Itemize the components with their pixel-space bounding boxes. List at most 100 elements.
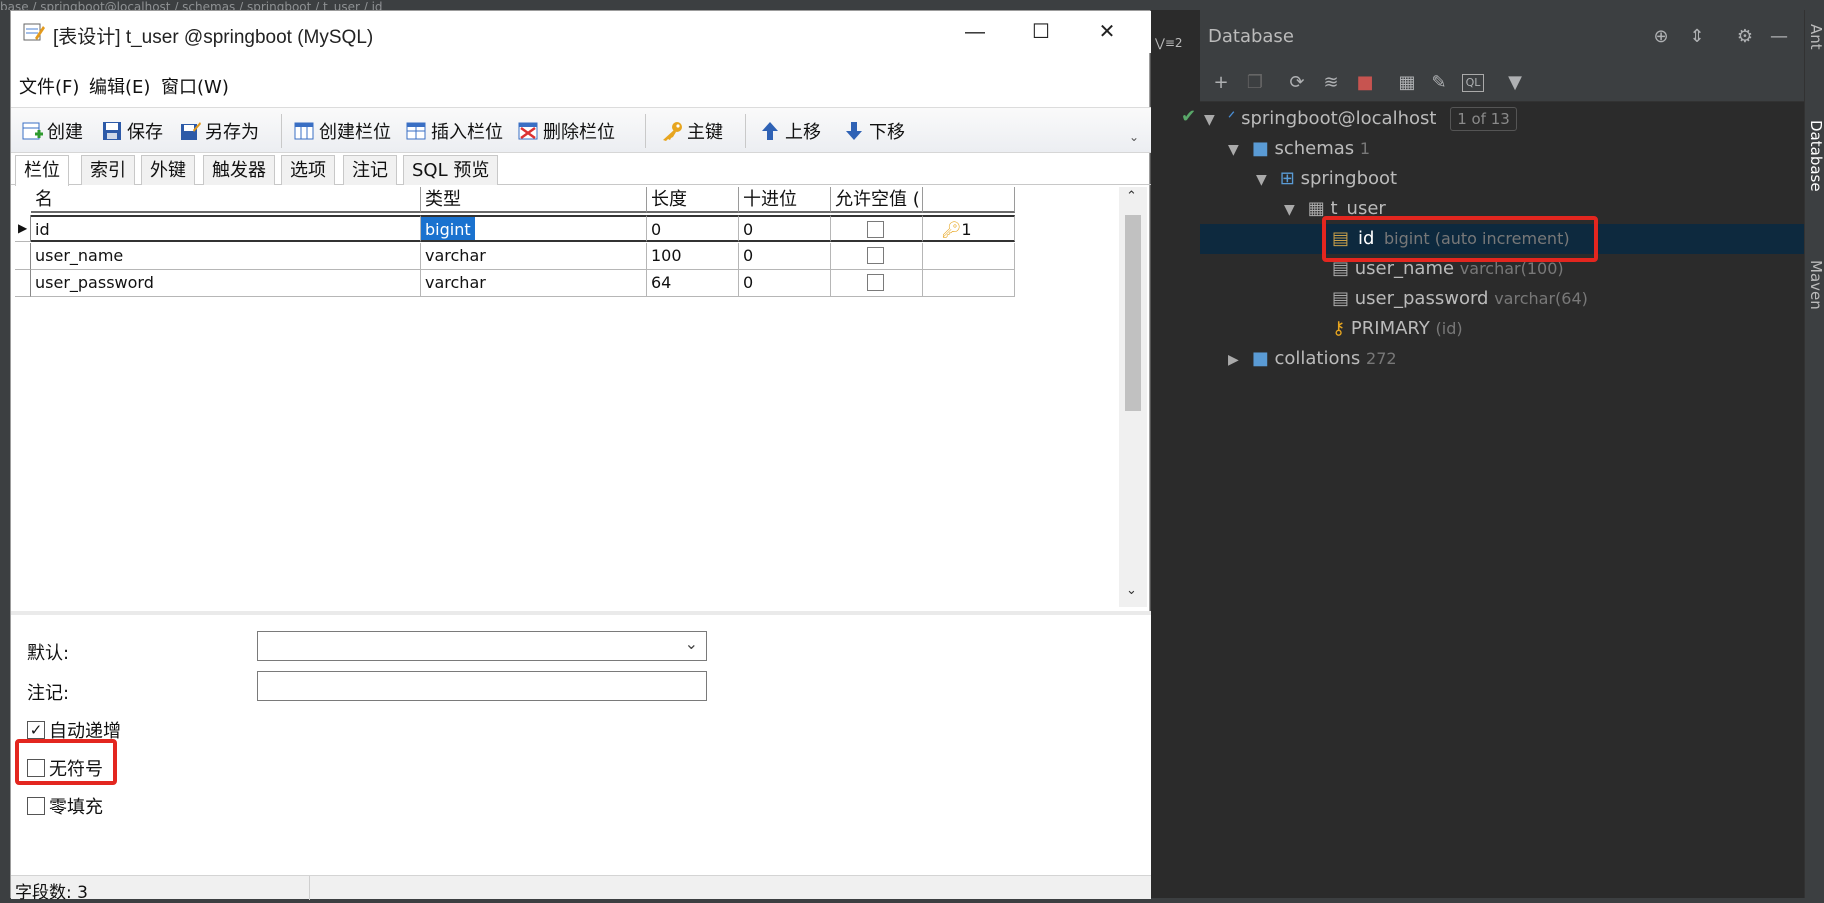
tab-sql-preview[interactable]: SQL 预览 xyxy=(403,155,499,185)
scrollbar-thumb[interactable] xyxy=(1125,215,1141,411)
tree-node-datasource[interactable]: ▼ ᐟ springboot@localhost 1 of 13 xyxy=(1204,104,1517,134)
row-selector[interactable] xyxy=(15,270,31,297)
tree-node-collations[interactable]: ▶ ■ collations 272 xyxy=(1228,344,1397,374)
tab-options[interactable]: 选项 xyxy=(281,155,335,185)
console-icon[interactable]: QL xyxy=(1462,74,1484,92)
menu-file[interactable]: 文件(F) xyxy=(19,73,79,99)
schema-icon: ⊞ xyxy=(1279,168,1295,189)
tree-node-key[interactable]: ⚷ PRIMARY (id) xyxy=(1332,314,1463,344)
cell-name[interactable]: user_password xyxy=(31,270,421,297)
filter-icon[interactable]: ▼ xyxy=(1504,72,1526,94)
delete-column-button[interactable]: 删除栏位 xyxy=(517,116,615,146)
locate-icon[interactable]: ⊕ xyxy=(1650,26,1672,48)
stop-icon[interactable]: ■ xyxy=(1354,72,1376,94)
column-header-decimal[interactable]: 十进位 xyxy=(739,187,831,213)
cell-key xyxy=(923,243,1015,270)
delete-column-label: 删除栏位 xyxy=(543,122,615,143)
mysql-icon: ᐟ xyxy=(1227,108,1236,129)
save-icon xyxy=(103,122,121,140)
tab-comment[interactable]: 注记 xyxy=(343,155,397,185)
add-icon[interactable]: + xyxy=(1210,72,1232,94)
column-header-type[interactable]: 类型 xyxy=(421,187,647,213)
toolbar-separator xyxy=(745,114,746,148)
cell-decimal[interactable]: 0 xyxy=(739,215,831,242)
toolbar-overflow-icon[interactable]: ⌄ xyxy=(1129,130,1139,144)
tool-maven[interactable]: Maven xyxy=(1807,260,1824,310)
tab-triggers[interactable]: 触发器 xyxy=(203,155,275,185)
edit-icon[interactable]: ✎ xyxy=(1428,72,1450,94)
column-header-nullable[interactable]: 允许空值 ( xyxy=(831,187,923,213)
move-up-button[interactable]: 上移 xyxy=(759,116,821,146)
save-as-button[interactable]: 另存为 xyxy=(179,116,259,146)
cell-decimal[interactable]: 0 xyxy=(739,270,831,297)
schema-count-badge[interactable]: 1 of 13 xyxy=(1450,107,1517,131)
column-header-key[interactable] xyxy=(923,187,1015,213)
cell-length[interactable]: 64 xyxy=(647,270,739,297)
table-icon[interactable]: ▦ xyxy=(1396,72,1418,94)
new-table-icon xyxy=(22,122,43,140)
nullable-checkbox[interactable] xyxy=(867,274,884,291)
title-bar[interactable]: [表设计] t_user @springboot (MySQL) — ☐ ✕ xyxy=(11,11,1151,53)
tree-node-schema[interactable]: ▼ ⊞ springboot xyxy=(1256,164,1397,194)
auto-increment-checkbox[interactable]: ✓ xyxy=(27,721,45,739)
primary-key-button[interactable]: 主键 xyxy=(661,116,723,146)
cell-name[interactable]: id xyxy=(31,215,421,242)
nullable-checkbox[interactable] xyxy=(867,221,884,238)
tab-fields[interactable]: 栏位 xyxy=(15,155,69,186)
comment-input[interactable] xyxy=(257,671,707,701)
primary-key-icon: 🔑︎ xyxy=(941,220,962,239)
zerofill-option[interactable]: 零填充 xyxy=(27,793,103,819)
tab-foreign-keys[interactable]: 外键 xyxy=(141,155,195,185)
cell-name[interactable]: user_name xyxy=(31,243,421,270)
move-down-button[interactable]: 下移 xyxy=(843,116,905,146)
create-column-button[interactable]: 创建栏位 xyxy=(293,116,391,146)
close-button[interactable]: ✕ xyxy=(1087,17,1127,47)
collapse-icon[interactable]: ⇕ xyxy=(1686,26,1708,48)
database-tool-window: Database ⊕ ⇕ ⚙ — + ❐ ⟳ ≋ ■ ▦ ✎ QL ▼ ▼ ᐟ … xyxy=(1200,10,1824,898)
highlight-box-unsigned xyxy=(15,739,117,785)
cell-type[interactable]: varchar xyxy=(421,243,647,270)
key-label: PRIMARY xyxy=(1350,318,1430,339)
menu-window[interactable]: 窗口(W) xyxy=(161,73,229,99)
cell-decimal[interactable]: 0 xyxy=(739,243,831,270)
zerofill-checkbox[interactable] xyxy=(27,797,45,815)
cell-nullable xyxy=(831,270,923,297)
gear-icon[interactable]: ⚙ xyxy=(1734,26,1756,48)
row-selector[interactable] xyxy=(15,243,31,270)
editor-tabs-dropdown-icon[interactable]: ⋁≡2 xyxy=(1155,36,1195,60)
database-tree: ▼ ᐟ springboot@localhost 1 of 13 ▼ ■ sch… xyxy=(1200,102,1824,898)
cell-length[interactable]: 100 xyxy=(647,243,739,270)
grid-scrollbar[interactable]: ⌃ ⌄ xyxy=(1119,187,1147,607)
key-icon: ⚷ xyxy=(1332,318,1346,339)
maximize-button[interactable]: ☐ xyxy=(1021,17,1061,47)
save-as-icon xyxy=(181,122,201,140)
minimize-button[interactable]: — xyxy=(955,17,995,47)
tree-node-schemas[interactable]: ▼ ■ schemas 1 xyxy=(1228,134,1370,164)
tool-database[interactable]: Database xyxy=(1807,120,1824,192)
column-header-name[interactable]: 名 xyxy=(31,187,421,213)
menu-edit[interactable]: 编辑(E) xyxy=(89,73,150,99)
cell-type[interactable]: varchar xyxy=(421,270,647,297)
insert-column-button[interactable]: 插入栏位 xyxy=(405,116,503,146)
collations-label: collations xyxy=(1274,348,1361,369)
tree-node-column[interactable]: ▤ user_password varchar(64) xyxy=(1332,284,1588,314)
duplicate-icon[interactable]: ❐ xyxy=(1244,72,1266,94)
scroll-up-icon[interactable]: ⌃ xyxy=(1126,189,1137,204)
create-button[interactable]: 创建 xyxy=(21,116,83,146)
tab-indexes[interactable]: 索引 xyxy=(81,155,135,185)
create-column-icon xyxy=(294,122,314,140)
scroll-down-icon[interactable]: ⌄ xyxy=(1126,583,1137,598)
default-select[interactable]: ⌄ xyxy=(257,631,707,661)
database-panel-title: Database xyxy=(1208,26,1294,47)
cell-length[interactable]: 0 xyxy=(647,215,739,242)
schema-sync-icon[interactable]: ≋ xyxy=(1320,72,1342,94)
column-header-length[interactable]: 长度 xyxy=(647,187,739,213)
cell-type[interactable]: bigint xyxy=(421,215,647,242)
refresh-icon[interactable]: ⟳ xyxy=(1286,72,1308,94)
nullable-checkbox[interactable] xyxy=(867,247,884,264)
row-selector[interactable]: ▶ xyxy=(15,215,31,242)
tool-ant[interactable]: Ant xyxy=(1807,24,1824,50)
toolbar-separator xyxy=(281,114,282,148)
hide-icon[interactable]: — xyxy=(1768,26,1790,48)
save-button[interactable]: 保存 xyxy=(101,116,163,146)
